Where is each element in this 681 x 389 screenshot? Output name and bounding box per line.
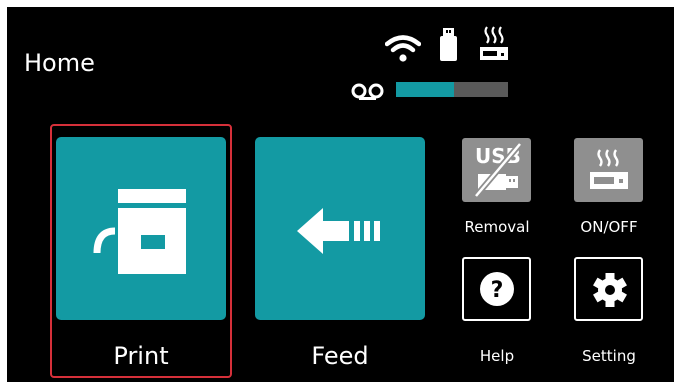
printer-home-screen: Home Print Feed USB Removal ON/OFF ? Hel… xyxy=(7,7,674,382)
print-label: Print xyxy=(113,342,169,370)
help-button[interactable]: ? xyxy=(462,257,531,321)
help-label: Help xyxy=(479,347,515,365)
setting-label: Setting xyxy=(582,347,636,365)
usb-removal-button[interactable]: USB xyxy=(462,138,531,202)
feed-button[interactable] xyxy=(255,137,425,320)
supply-level-bar xyxy=(396,82,508,97)
gear-icon xyxy=(592,272,628,308)
page-title: Home xyxy=(24,49,95,77)
feed-arrow-icon xyxy=(297,208,383,254)
heater-icon xyxy=(478,25,510,63)
help-question-mark: ? xyxy=(491,278,504,303)
removal-label: Removal xyxy=(464,218,530,236)
onoff-button[interactable] xyxy=(574,138,643,202)
print-button[interactable] xyxy=(56,137,226,320)
usb-removal-icon: USB xyxy=(462,138,531,202)
wifi-icon xyxy=(385,35,421,63)
supply-roll-icon xyxy=(350,81,386,101)
usb-drive-icon xyxy=(438,27,460,63)
heater-toggle-icon xyxy=(586,148,632,194)
help-icon: ? xyxy=(479,271,515,307)
onoff-label: ON/OFF xyxy=(580,218,638,236)
printer-icon xyxy=(91,187,191,277)
supply-level-fill xyxy=(396,82,455,97)
feed-label: Feed xyxy=(311,342,369,370)
setting-button[interactable] xyxy=(574,257,643,321)
